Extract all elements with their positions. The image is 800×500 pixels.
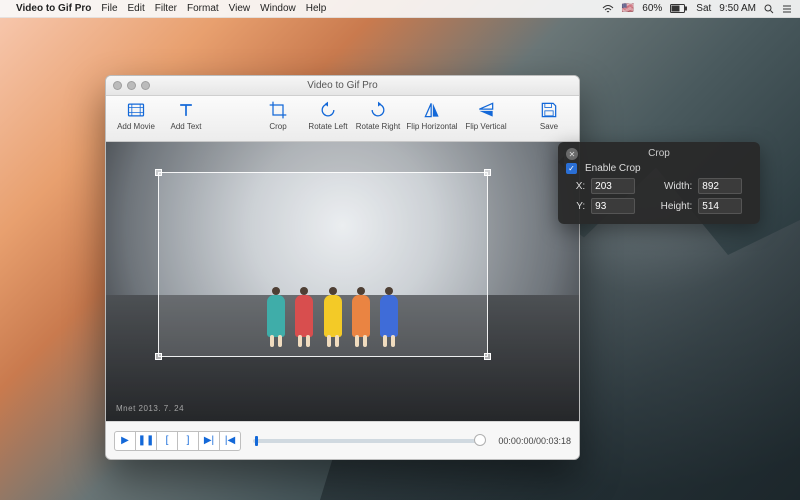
- step-forward-button[interactable]: ▶|: [198, 431, 220, 451]
- crop-selection[interactable]: [158, 172, 488, 357]
- save-button[interactable]: Save: [525, 99, 573, 139]
- flip-horizontal-icon: [421, 99, 443, 121]
- crop-icon: [267, 99, 289, 121]
- menu-view[interactable]: View: [229, 3, 251, 14]
- mark-out-button[interactable]: ]: [177, 431, 199, 451]
- crop-handle-tl[interactable]: [155, 169, 162, 176]
- flip-vertical-icon: [475, 99, 497, 121]
- crop-x-input[interactable]: [591, 178, 635, 194]
- timecode-display: 00:00:00/00:03:18: [498, 436, 571, 446]
- crop-button[interactable]: Crop: [254, 99, 302, 139]
- clock-time: 9:50 AM: [719, 3, 756, 14]
- spotlight-icon[interactable]: [764, 4, 774, 14]
- popover-title: Crop: [648, 148, 670, 159]
- input-flag-icon[interactable]: 🇺🇸: [622, 3, 634, 14]
- rotate-left-button[interactable]: Rotate Left: [304, 99, 352, 139]
- add-text-label: Add Text: [171, 122, 202, 131]
- enable-crop-label: Enable Crop: [585, 163, 641, 174]
- macos-menubar: Video to Gif Pro File Edit Filter Format…: [0, 0, 800, 18]
- filmstrip-icon: [125, 99, 147, 121]
- rotate-right-label: Rotate Right: [356, 122, 400, 131]
- save-label: Save: [540, 122, 558, 131]
- crop-height-input[interactable]: [698, 198, 742, 214]
- playback-controls: ▶ ❚❚ [ ] ▶| |◀ 00:00:00/00:03:18: [106, 421, 579, 459]
- timeline-thumb[interactable]: [474, 434, 486, 446]
- menu-filter[interactable]: Filter: [155, 3, 177, 14]
- menubar-app-name[interactable]: Video to Gif Pro: [16, 3, 91, 14]
- flip-horizontal-label: Flip Horizontal: [406, 122, 457, 131]
- add-movie-button[interactable]: Add Movie: [112, 99, 160, 139]
- clock-day: Sat: [696, 3, 711, 14]
- step-back-button[interactable]: |◀: [219, 431, 241, 451]
- notification-center-icon[interactable]: [782, 4, 792, 14]
- menu-format[interactable]: Format: [187, 3, 219, 14]
- menu-help[interactable]: Help: [306, 3, 327, 14]
- flip-horizontal-button[interactable]: Flip Horizontal: [404, 99, 460, 139]
- window-close-icon[interactable]: [113, 81, 122, 90]
- crop-width-label: Width:: [651, 181, 692, 192]
- window-minimize-icon[interactable]: [127, 81, 136, 90]
- rotate-right-button[interactable]: Rotate Right: [354, 99, 402, 139]
- window-title: Video to Gif Pro: [106, 80, 579, 91]
- pause-button[interactable]: ❚❚: [135, 431, 157, 451]
- app-window: Video to Gif Pro Add Movie Add Text Crop: [105, 75, 580, 460]
- crop-label: Crop: [269, 122, 286, 131]
- add-movie-label: Add Movie: [117, 122, 155, 131]
- flip-vertical-button[interactable]: Flip Vertical: [462, 99, 510, 139]
- timeline-marker[interactable]: [255, 436, 258, 446]
- timeline-slider[interactable]: [253, 439, 486, 443]
- crop-handle-bl[interactable]: [155, 353, 162, 360]
- toolbar: Add Movie Add Text Crop Rotate Left: [106, 96, 579, 142]
- video-preview[interactable]: Mnet 2013. 7. 24: [106, 142, 579, 421]
- enable-crop-checkbox[interactable]: ✓: [566, 163, 577, 174]
- crop-x-label: X:: [566, 181, 585, 192]
- text-icon: [175, 99, 197, 121]
- popover-close-button[interactable]: ✕: [566, 148, 578, 160]
- save-icon: [538, 99, 560, 121]
- window-zoom-icon[interactable]: [141, 81, 150, 90]
- battery-percent: 60%: [642, 3, 662, 14]
- menu-edit[interactable]: Edit: [128, 3, 145, 14]
- crop-width-input[interactable]: [698, 178, 742, 194]
- flip-vertical-label: Flip Vertical: [465, 122, 506, 131]
- crop-y-input[interactable]: [591, 198, 635, 214]
- rotate-right-icon: [367, 99, 389, 121]
- rotate-left-label: Rotate Left: [308, 122, 347, 131]
- window-traffic-lights[interactable]: [106, 81, 150, 90]
- crop-height-label: Height:: [651, 201, 692, 212]
- battery-icon[interactable]: [670, 4, 688, 13]
- menu-file[interactable]: File: [101, 3, 117, 14]
- desktop: Video to Gif Pro File Edit Filter Format…: [0, 0, 800, 500]
- menu-window[interactable]: Window: [260, 3, 296, 14]
- crop-handle-br[interactable]: [484, 353, 491, 360]
- video-watermark: Mnet 2013. 7. 24: [116, 404, 184, 413]
- crop-popover: ✕ Crop ✓ Enable Crop X: Width: Y: Height…: [558, 142, 760, 224]
- rotate-left-icon: [317, 99, 339, 121]
- wifi-icon[interactable]: [602, 4, 614, 14]
- add-text-button[interactable]: Add Text: [162, 99, 210, 139]
- play-button[interactable]: ▶: [114, 431, 136, 451]
- crop-y-label: Y:: [566, 201, 585, 212]
- crop-handle-tr[interactable]: [484, 169, 491, 176]
- mark-in-button[interactable]: [: [156, 431, 178, 451]
- window-titlebar[interactable]: Video to Gif Pro: [106, 76, 579, 96]
